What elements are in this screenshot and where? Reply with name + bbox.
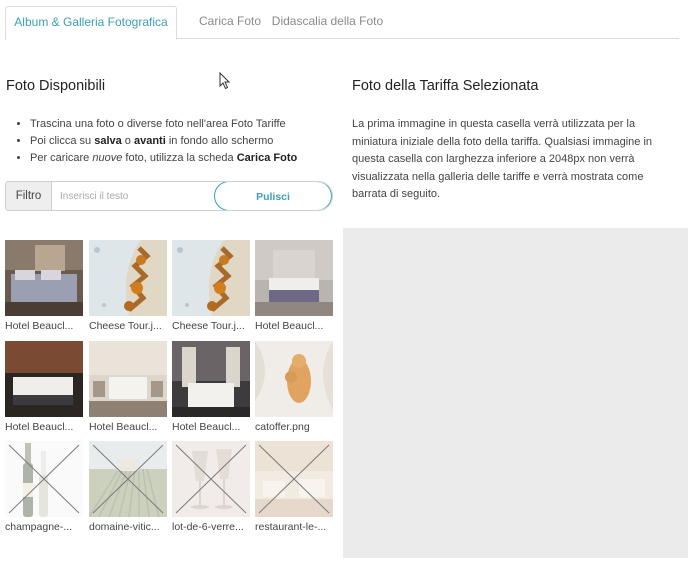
- photo-caption: Hotel Beaucl...: [172, 421, 241, 433]
- photo-card[interactable]: Cheese Tour.j...: [172, 240, 250, 332]
- filter-label: Filtro: [6, 182, 52, 210]
- strikethrough-x-icon: [92, 444, 164, 514]
- photo-thumbnail[interactable]: [172, 240, 250, 316]
- photo-caption: champagne-...: [5, 521, 73, 533]
- photo-thumbnail[interactable]: [255, 441, 333, 517]
- strikethrough-x-icon: [175, 444, 247, 514]
- photo-card[interactable]: champagne-...: [5, 441, 83, 533]
- instruction-item: Poi clicca su salva o avanti in fondo al…: [30, 133, 350, 150]
- photo-thumbnail[interactable]: [172, 441, 250, 517]
- photo-thumbnail[interactable]: [89, 441, 167, 517]
- instruction-item: Per caricare nuove foto, utilizza la sch…: [30, 150, 350, 167]
- photo-caption: Cheese Tour.j...: [172, 320, 245, 332]
- filter-group: Filtro Pulisci: [5, 181, 333, 211]
- photo-card[interactable]: lot-de-6-verre...: [172, 441, 250, 533]
- photo-caption: Cheese Tour.j...: [89, 320, 162, 332]
- photo-card[interactable]: Cheese Tour.j...: [89, 240, 167, 332]
- photo-caption: lot-de-6-verre...: [172, 521, 244, 533]
- photo-caption: Hotel Beaucl...: [5, 421, 74, 433]
- photo-thumbnail[interactable]: [5, 441, 83, 517]
- photo-card[interactable]: Hotel Beaucl...: [255, 240, 333, 332]
- tab-photo-caption[interactable]: Didascalia della Foto: [270, 6, 385, 37]
- instruction-item: Trascina una foto o diverse foto nell'ar…: [30, 116, 350, 133]
- photo-caption: catoffer.png: [255, 421, 310, 433]
- photo-caption: Hotel Beaucl...: [5, 320, 74, 332]
- selected-rate-description: La prima immagine in questa casella verr…: [352, 118, 653, 200]
- tab-bar: Album & Galleria Fotografica Carica Foto…: [5, 6, 679, 40]
- photo-thumbnail[interactable]: [89, 341, 167, 417]
- photo-thumbnail[interactable]: [255, 341, 333, 417]
- photo-card[interactable]: Hotel Beaucl...: [5, 240, 83, 332]
- photo-card[interactable]: domaine-vitic...: [89, 441, 167, 533]
- photo-thumbnail[interactable]: [255, 240, 333, 316]
- photo-thumbnail[interactable]: [89, 240, 167, 316]
- mouse-cursor-icon: [219, 72, 231, 90]
- photo-caption: Hotel Beaucl...: [89, 421, 158, 433]
- filter-input[interactable]: [52, 182, 214, 210]
- strikethrough-x-icon: [258, 444, 330, 514]
- rate-photos-drop-zone[interactable]: [343, 228, 688, 558]
- photo-thumbnail[interactable]: [5, 240, 83, 316]
- photo-card[interactable]: Hotel Beaucl...: [89, 341, 167, 433]
- available-photos-title: Foto Disponibili: [6, 78, 106, 94]
- tab-album-gallery[interactable]: Album & Galleria Fotografica: [5, 6, 177, 40]
- strikethrough-x-icon: [8, 444, 80, 514]
- clear-button[interactable]: Pulisci: [214, 182, 332, 210]
- instructions-list: Trascina una foto o diverse foto nell'ar…: [14, 116, 350, 167]
- photo-card[interactable]: catoffer.png: [255, 341, 333, 433]
- photo-card[interactable]: Hotel Beaucl...: [5, 341, 83, 433]
- photo-card[interactable]: Hotel Beaucl...: [172, 341, 250, 433]
- tab-upload-photo[interactable]: Carica Foto: [185, 6, 275, 37]
- photo-card[interactable]: restaurant-le-...: [255, 441, 333, 533]
- photo-caption: restaurant-le-...: [255, 521, 327, 533]
- photo-thumbnail[interactable]: [5, 341, 83, 417]
- photo-thumbnail[interactable]: [172, 341, 250, 417]
- photo-caption: domaine-vitic...: [89, 521, 160, 533]
- photo-caption: Hotel Beaucl...: [255, 320, 324, 332]
- selected-rate-photos-title: Foto della Tariffa Selezionata: [352, 78, 539, 94]
